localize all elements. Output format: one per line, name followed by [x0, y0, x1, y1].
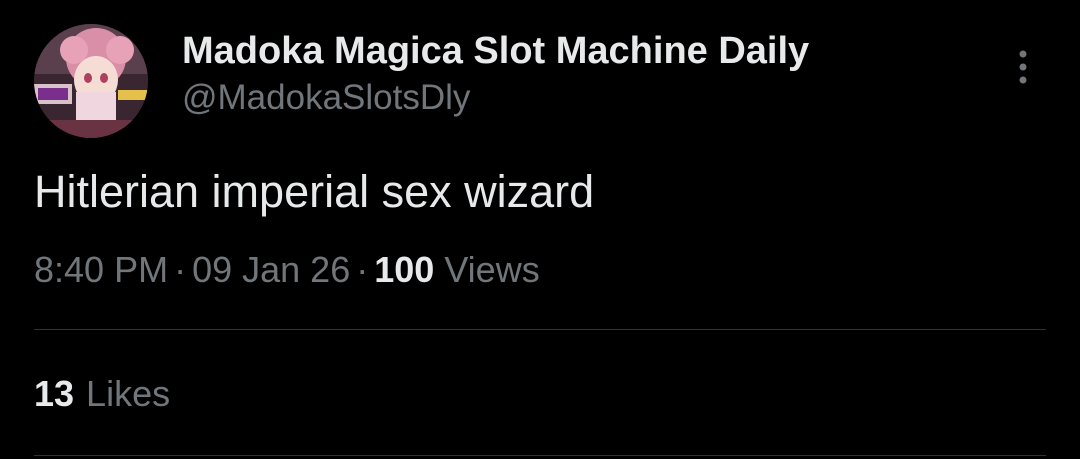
likes-link[interactable]: 13 Likes: [34, 371, 170, 417]
anime-character-avatar-icon: [34, 24, 148, 138]
meta-separator: ·: [174, 249, 187, 290]
more-options-button[interactable]: [1004, 46, 1042, 90]
author-display-name[interactable]: Madoka Magica Slot Machine Daily: [182, 28, 809, 74]
divider: [34, 329, 1046, 330]
tweet-date[interactable]: 09 Jan 26: [192, 249, 350, 290]
tweet-metadata: 8:40 PM · 09 Jan 26 · 100 Views: [34, 247, 540, 293]
views-label: Views: [444, 249, 540, 290]
views-count: 100: [374, 249, 435, 290]
meta-separator: ·: [356, 249, 369, 290]
author-handle[interactable]: @MadokaSlotsDly: [182, 76, 809, 120]
tweet-detail: Madoka Magica Slot Machine Daily @Madoka…: [0, 0, 1080, 459]
more-vertical-icon: [1019, 50, 1027, 84]
author-info: Madoka Magica Slot Machine Daily @Madoka…: [182, 28, 809, 120]
divider: [34, 455, 1046, 456]
tweet-text: Hitlerian imperial sex wizard: [34, 166, 595, 217]
likes-label: Likes: [86, 373, 171, 414]
tweet-time[interactable]: 8:40 PM: [34, 249, 168, 290]
likes-count: 13: [34, 373, 75, 414]
author-avatar[interactable]: [34, 24, 148, 138]
